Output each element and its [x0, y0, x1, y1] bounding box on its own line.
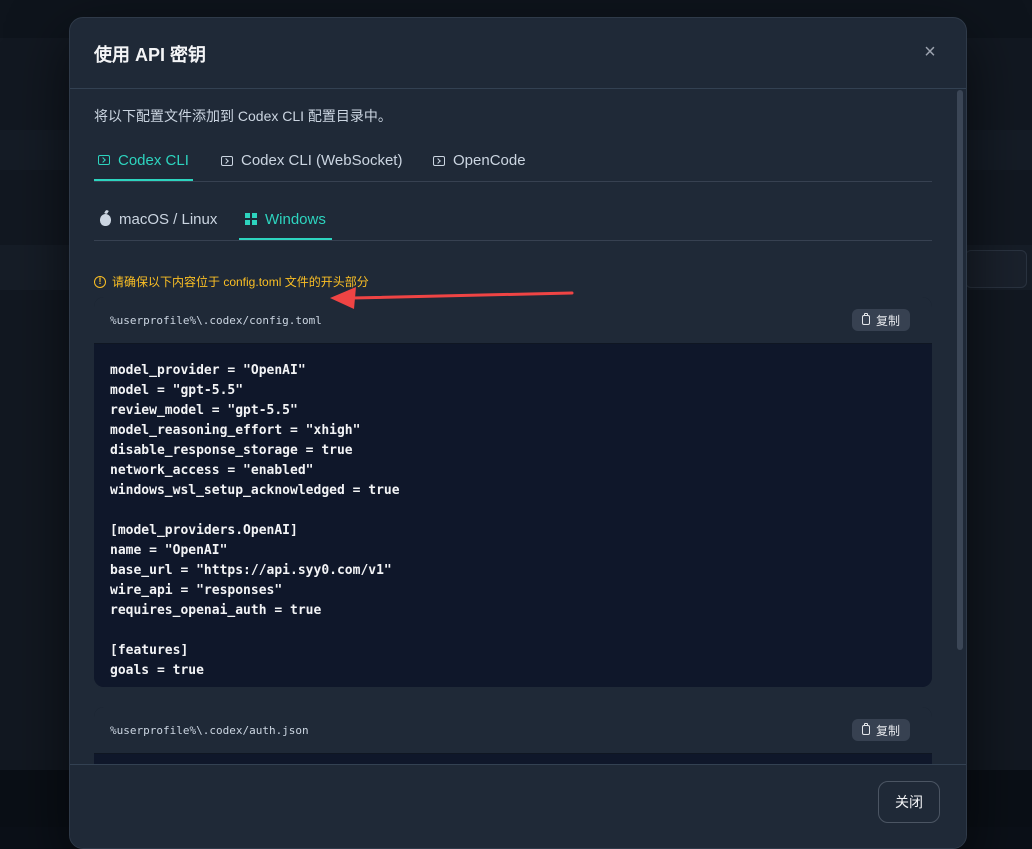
tab-macos-linux[interactable]: macOS / Linux	[100, 200, 217, 239]
config-toml-block: %userprofile%\.codex/config.toml 复制 mode…	[94, 297, 932, 687]
copy-button[interactable]: 复制	[852, 719, 911, 741]
api-key-dialog: 使用 API 密钥 × 将以下配置文件添加到 Codex CLI 配置目录中。 …	[69, 17, 967, 849]
terminal-icon	[221, 155, 233, 166]
intro-text: 将以下配置文件添加到 Codex CLI 配置目录中。	[94, 108, 392, 124]
auth-json-block: %userprofile%\.codex/auth.json 复制 {	[94, 707, 932, 764]
code-content: model_provider = "OpenAI" model = "gpt-5…	[94, 344, 932, 687]
tab-codex-cli[interactable]: Codex CLI	[94, 141, 193, 181]
code-block-header: %userprofile%\.codex/config.toml 复制	[94, 297, 932, 344]
tab-opencode[interactable]: OpenCode	[433, 141, 526, 180]
background-control	[965, 250, 1027, 288]
close-button[interactable]: 关闭	[878, 781, 940, 823]
copy-label: 复制	[876, 723, 901, 738]
warning-icon: !	[94, 275, 106, 288]
file-path: %userprofile%\.codex/auth.json	[110, 724, 309, 737]
os-tabs: macOS / Linux Windows	[94, 200, 932, 241]
terminal-icon	[433, 155, 445, 166]
tab-windows[interactable]: Windows	[239, 200, 332, 240]
code-content: {	[94, 754, 932, 764]
terminal-icon	[98, 155, 110, 165]
close-icon[interactable]: ×	[920, 42, 940, 62]
clipboard-icon	[862, 313, 870, 325]
copy-label: 复制	[876, 313, 901, 328]
dialog-footer: 关闭	[70, 764, 966, 848]
scrollbar[interactable]	[957, 90, 963, 650]
file-path: %userprofile%\.codex/config.toml	[110, 314, 322, 327]
warning-message: ! 请确保以下内容位于 config.toml 文件的开头部分	[94, 273, 369, 290]
client-tabs: Codex CLI Codex CLI (WebSocket) OpenCode	[94, 141, 932, 182]
tab-label: Codex CLI (WebSocket)	[241, 152, 403, 169]
dialog-body[interactable]: 将以下配置文件添加到 Codex CLI 配置目录中。 Codex CLI Co…	[70, 89, 966, 764]
code-text: model_provider = "OpenAI" model = "gpt-5…	[110, 363, 400, 678]
dialog-header: 使用 API 密钥 ×	[70, 18, 966, 89]
tab-label: Codex CLI	[118, 151, 189, 169]
tab-codex-cli-websocket[interactable]: Codex CLI (WebSocket)	[221, 141, 402, 180]
copy-button[interactable]: 复制	[852, 309, 911, 331]
code-block-header: %userprofile%\.codex/auth.json 复制	[94, 707, 932, 754]
warning-text: 请确保以下内容位于 config.toml 文件的开头部分	[112, 275, 369, 289]
tab-label: OpenCode	[453, 152, 526, 169]
dialog-title: 使用 API 密钥	[94, 45, 207, 65]
tab-label: Windows	[265, 210, 326, 228]
windows-icon	[245, 213, 257, 225]
tab-label: macOS / Linux	[119, 211, 218, 228]
clipboard-icon	[862, 723, 870, 735]
apple-icon	[100, 213, 111, 226]
